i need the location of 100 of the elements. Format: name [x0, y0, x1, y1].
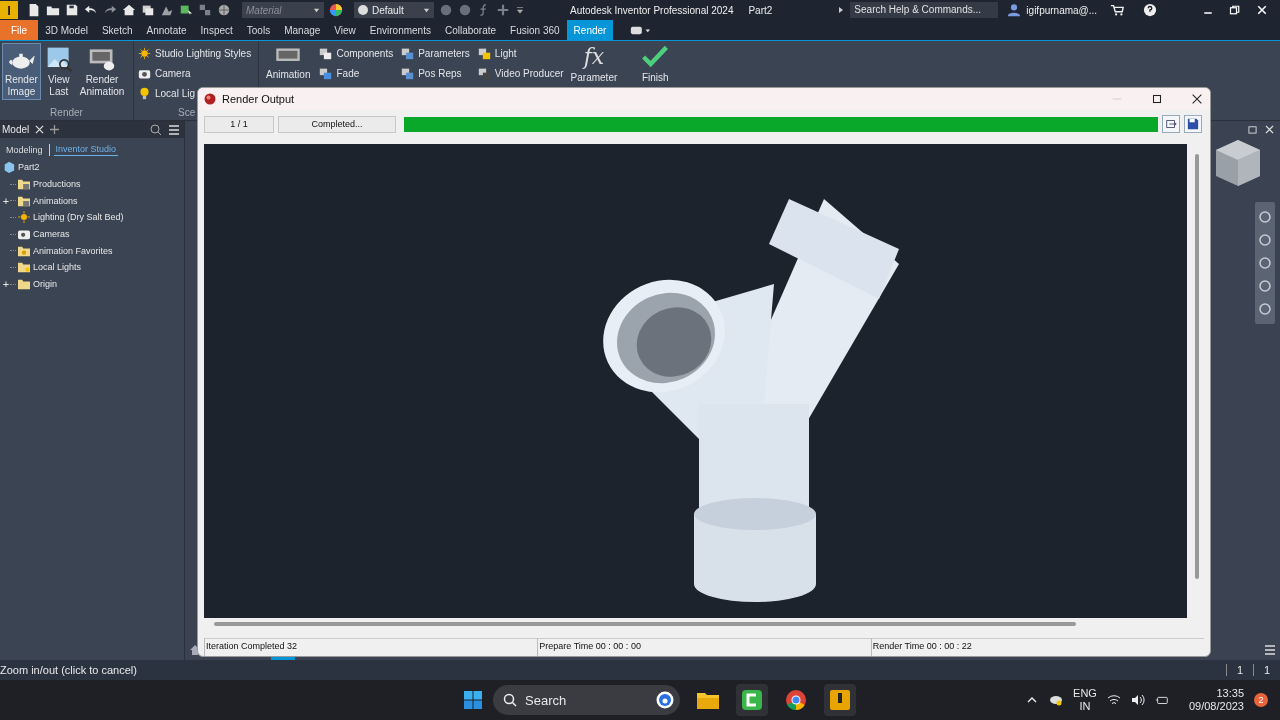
render-status: Completed...: [278, 115, 396, 133]
plus-icon[interactable]: [50, 125, 60, 134]
volume-icon[interactable]: [1130, 694, 1145, 706]
ribbon-button[interactable]: Local Lig: [137, 84, 197, 103]
ribbon-button[interactable]: Camera: [137, 64, 192, 83]
ribbon-button[interactable]: Studio Lighting Styles: [137, 44, 253, 63]
help-icon[interactable]: [1143, 3, 1158, 17]
tree-item[interactable]: Origin: [33, 279, 57, 290]
close-icon[interactable]: [1256, 4, 1269, 16]
start-icon[interactable]: [463, 690, 483, 710]
light-icon: [477, 47, 491, 60]
ribbon-tab[interactable]: Collaborate: [437, 20, 504, 40]
ribbon-tab[interactable]: 3D Model: [38, 20, 95, 40]
tree-item[interactable]: Part2: [18, 162, 40, 173]
status-cell: 1: [1253, 664, 1280, 676]
ribbon-tab[interactable]: Inspect: [193, 20, 240, 40]
caret-icon[interactable]: [313, 6, 320, 14]
plus-icon[interactable]: [496, 3, 510, 17]
language-indicator[interactable]: ENG: [1073, 687, 1097, 700]
ribbon-button[interactable]: Finish: [638, 41, 673, 86]
ribbon-tab[interactable]: Manage: [277, 20, 328, 40]
app-logo[interactable]: I: [0, 1, 18, 19]
cloud-icon[interactable]: [1049, 694, 1064, 706]
save-button[interactable]: [1184, 115, 1202, 133]
checker-sphere-icon[interactable]: [217, 3, 231, 17]
tree-item[interactable]: Productions: [33, 179, 81, 190]
render-statistic: Prepare Time 00 : 00 : 00: [537, 638, 871, 656]
color-wheel-icon[interactable]: [329, 3, 343, 17]
save-icon[interactable]: [65, 3, 79, 17]
browser-mode-tab[interactable]: Modeling: [4, 144, 45, 156]
close-icon[interactable]: [35, 125, 45, 134]
ribbon-button[interactable]: Fade: [318, 64, 361, 83]
cube-cursor-icon[interactable]: [179, 3, 193, 17]
ribbon-tab[interactable]: Environments: [362, 20, 438, 40]
navigation-tool-icon[interactable]: [1258, 302, 1272, 316]
ribbon-tab[interactable]: View: [327, 20, 363, 40]
sun-icon: [18, 211, 30, 224]
ribbon-button[interactable]: Animation: [263, 41, 314, 83]
inventor-icon[interactable]: [824, 684, 856, 716]
help-search-field[interactable]: Search Help & Commands...: [850, 2, 999, 18]
close-icon[interactable]: [1265, 125, 1274, 134]
clock-time[interactable]: 13:35: [1216, 687, 1244, 700]
battery-icon[interactable]: [1154, 694, 1169, 706]
navigation-tool-icon[interactable]: [1258, 256, 1272, 270]
ribbon-tab[interactable]: Annotate: [139, 20, 194, 40]
search-icon[interactable]: [150, 123, 162, 136]
wifi-icon[interactable]: [1106, 694, 1121, 706]
navigation-tool-icon[interactable]: [1258, 210, 1272, 224]
clock-date[interactable]: 09/08/2023: [1188, 700, 1244, 713]
camera-icon[interactable]: [629, 24, 652, 36]
ribbon-button[interactable]: Render Animation: [76, 43, 128, 100]
sun-icon: [138, 47, 151, 60]
component-icon: [319, 47, 333, 60]
appearance-field[interactable]: Default: [354, 2, 434, 18]
expand-toggle[interactable]: +: [0, 278, 10, 291]
cart-icon[interactable]: [1110, 3, 1125, 17]
close-icon[interactable]: [1190, 92, 1204, 106]
browser-tab[interactable]: Model: [2, 124, 30, 135]
folder-icon: [18, 244, 30, 257]
user-icon[interactable]: [1007, 3, 1022, 17]
tree-item[interactable]: Animation Favorites: [33, 245, 113, 256]
folders-icon[interactable]: [141, 3, 155, 17]
expand-toggle[interactable]: +: [0, 194, 10, 207]
ribbon-button[interactable]: Render Image: [2, 43, 41, 100]
tree-item[interactable]: Cameras: [33, 229, 70, 240]
navigation-tool-icon[interactable]: [1258, 233, 1272, 247]
ribbon-tab[interactable]: Tools: [239, 20, 278, 40]
tree-item[interactable]: Animations: [33, 195, 78, 206]
ribbon-button[interactable]: Video Producer: [476, 64, 565, 83]
menu-icon[interactable]: [1264, 644, 1276, 656]
copy-button[interactable]: [1162, 115, 1180, 133]
ribbon-tab[interactable]: Sketch: [94, 20, 140, 40]
camtasia-icon[interactable]: [736, 684, 768, 716]
browser-mode-tab[interactable]: Inventor Studio: [53, 144, 119, 156]
restore-icon[interactable]: [1229, 4, 1242, 16]
maximize-icon[interactable]: [1150, 92, 1164, 106]
language-indicator[interactable]: IN: [1079, 700, 1091, 713]
ribbon-tab[interactable]: Fusion 360: [503, 20, 567, 40]
user-account[interactable]: igifpurnama@...: [1026, 4, 1098, 16]
render-icon: [204, 93, 216, 105]
document-name: Part2: [748, 4, 773, 16]
ribbon-button[interactable]: Components: [318, 44, 395, 63]
tree-item[interactable]: Lighting (Dry Salt Bed): [33, 212, 124, 223]
menu-icon[interactable]: [168, 123, 180, 136]
taskbar-search[interactable]: Search: [493, 685, 680, 715]
tree-item[interactable]: Local Lights: [33, 262, 82, 273]
home-icon[interactable]: [122, 3, 136, 17]
frame-counter: 1 / 1: [204, 115, 274, 133]
navigation-tool-icon[interactable]: [1258, 279, 1272, 293]
layers-icon: [401, 67, 415, 80]
search-icon: [503, 693, 517, 707]
ribbon-button[interactable]: fx Parameter: [567, 41, 621, 86]
caret-icon[interactable]: [423, 6, 430, 14]
ribbon-button[interactable]: View Last: [41, 43, 76, 100]
ribbon-button[interactable]: Light: [476, 44, 518, 63]
view-cube[interactable]: [1213, 138, 1263, 188]
ribbon-button[interactable]: Pos Reps: [400, 64, 463, 83]
new-file-icon[interactable]: [27, 3, 41, 17]
blocks-icon[interactable]: [198, 3, 212, 17]
ribbon-button[interactable]: Parameters: [400, 44, 471, 63]
